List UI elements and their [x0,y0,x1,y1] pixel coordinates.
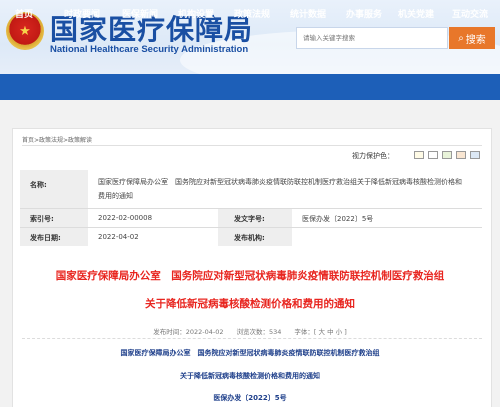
nav-item-interaction[interactable]: 互动交流 [452,7,488,20]
body-heading-line-2: 关于降低新冠病毒核酸检测价格和费用的通知 [180,372,320,380]
divider [22,145,482,146]
article-title-line-1: 国家医疗保障局办公室 国务院应对新型冠状病毒肺炎疫情联防联控机制医疗救治组 [55,270,445,282]
search-button[interactable]: ⌕ 搜索 [449,27,495,49]
index-label: 索引号: [30,215,54,223]
table-divider [20,208,482,209]
star-icon: ★ [19,23,31,39]
document-info-table: 名称: 国家医疗保障局办公室 国务院应对新型冠状病毒肺炎疫情联防联控机制医疗救治… [20,170,482,246]
doc-number-value: 医保办发〔2022〕5号 [302,215,374,223]
color-swatch-blue[interactable] [470,151,480,159]
search-input[interactable] [296,27,448,49]
nav-item-statistics[interactable]: 统计数据 [290,7,326,20]
org-cell [292,228,482,246]
nav-item-home[interactable]: 首页 [15,7,33,20]
nav-item-party[interactable]: 机关党建 [398,7,434,20]
body-doc-number: 医保办发〔2022〕5号 [213,394,287,402]
color-swatch-orange[interactable] [456,151,466,159]
color-swatch-white[interactable] [428,151,438,159]
search-button-label: 搜索 [465,34,486,46]
nav-item-organization[interactable]: 机构设置 [178,7,214,20]
breadcrumb[interactable]: 首页>政策法规>政策解读 [22,135,92,144]
body-heading-line-1: 国家医疗保障局办公室 国务院应对新型冠状病毒肺炎疫情联防联控机制医疗救治组 [120,349,380,357]
color-swatch-green[interactable] [442,151,452,159]
nav-item-services[interactable]: 办事服务 [346,7,382,20]
search-icon: ⌕ [458,32,464,44]
article-meta: 发布时间：2022-04-02 浏览次数：534 字体：[ 大 中 小 ] [153,328,347,336]
doc-number-label: 发文字号: [234,215,265,223]
nav-item-news[interactable]: 时政要闻 [64,7,100,20]
index-value: 2022-02-00008 [98,214,153,222]
nav-item-policies[interactable]: 政策法规 [234,7,270,20]
article-title-line-2: 关于降低新冠病毒核酸检测价格和费用的通知 [145,298,355,310]
name-label: 名称: [30,181,47,189]
divider [22,338,482,339]
vision-protection-label: 视力保护色： [352,152,394,160]
nav-item-medical-news[interactable]: 医保新闻 [122,7,158,20]
date-value: 2022-04-02 [98,233,139,241]
site-title-english: National Healthcare Security Administrat… [50,44,249,55]
main-nav [0,74,500,100]
table-divider [20,227,482,228]
org-label: 发布机构: [234,234,265,242]
date-label: 发布日期: [30,234,61,242]
color-swatch-yellow[interactable] [414,151,424,159]
name-value: 国家医疗保障局办公室 国务院应对新型冠状病毒肺炎疫情联防联控机制医疗救治组关于降… [98,178,462,200]
